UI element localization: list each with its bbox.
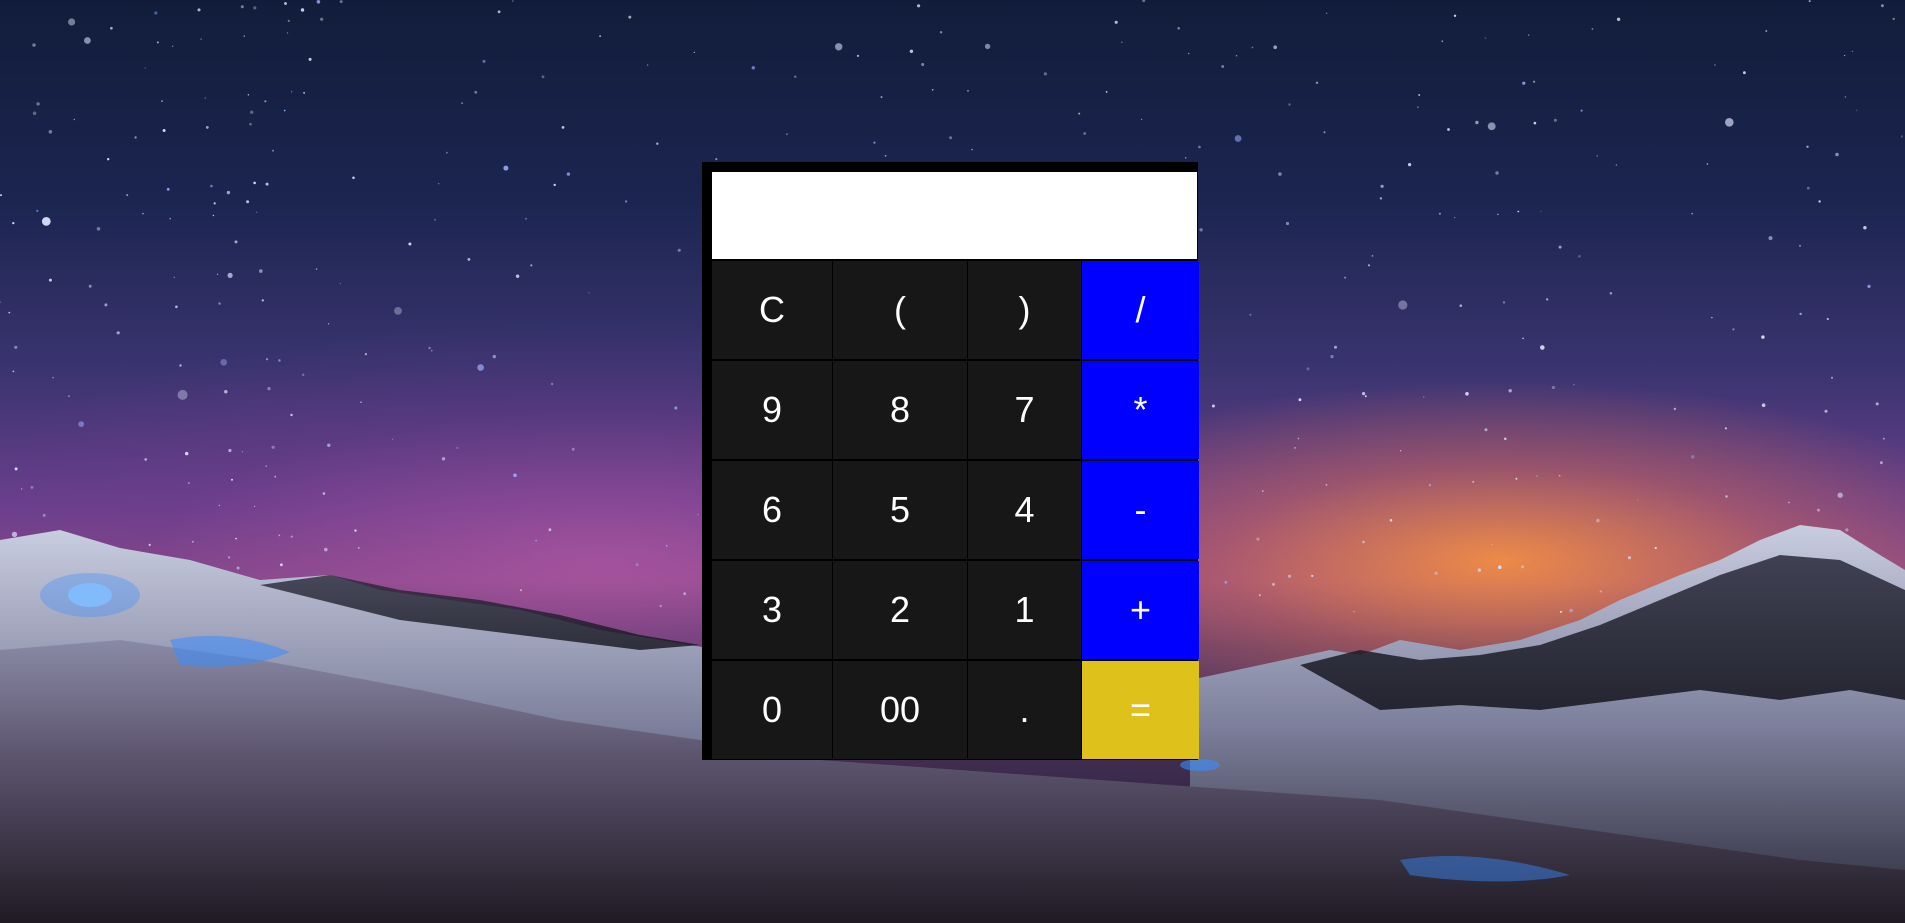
open-paren-button[interactable]: ( [833, 261, 967, 359]
digit-2-button[interactable]: 2 [833, 561, 967, 659]
digit-7-button[interactable]: 7 [968, 361, 1081, 459]
digit-6-button[interactable]: 6 [712, 461, 832, 559]
subtract-button[interactable]: - [1082, 461, 1199, 559]
decimal-point-button[interactable]: . [968, 661, 1081, 759]
divide-button[interactable]: / [1082, 261, 1199, 359]
calculator-display[interactable] [712, 172, 1197, 259]
digit-3-button[interactable]: 3 [712, 561, 832, 659]
digit-5-button[interactable]: 5 [833, 461, 967, 559]
digit-9-button[interactable]: 9 [712, 361, 832, 459]
digit-1-button[interactable]: 1 [968, 561, 1081, 659]
calculator: C ( ) / 9 8 7 * 6 5 4 - 3 2 1 + 0 00 . = [702, 162, 1199, 760]
add-button[interactable]: + [1082, 561, 1199, 659]
clear-button[interactable]: C [712, 261, 832, 359]
digit-0-button[interactable]: 0 [712, 661, 832, 759]
digit-4-button[interactable]: 4 [968, 461, 1081, 559]
keypad: C ( ) / 9 8 7 * 6 5 4 - 3 2 1 + 0 00 . = [712, 261, 1199, 759]
double-zero-button[interactable]: 00 [833, 661, 967, 759]
close-paren-button[interactable]: ) [968, 261, 1081, 359]
digit-8-button[interactable]: 8 [833, 361, 967, 459]
multiply-button[interactable]: * [1082, 361, 1199, 459]
equals-button[interactable]: = [1082, 661, 1199, 759]
